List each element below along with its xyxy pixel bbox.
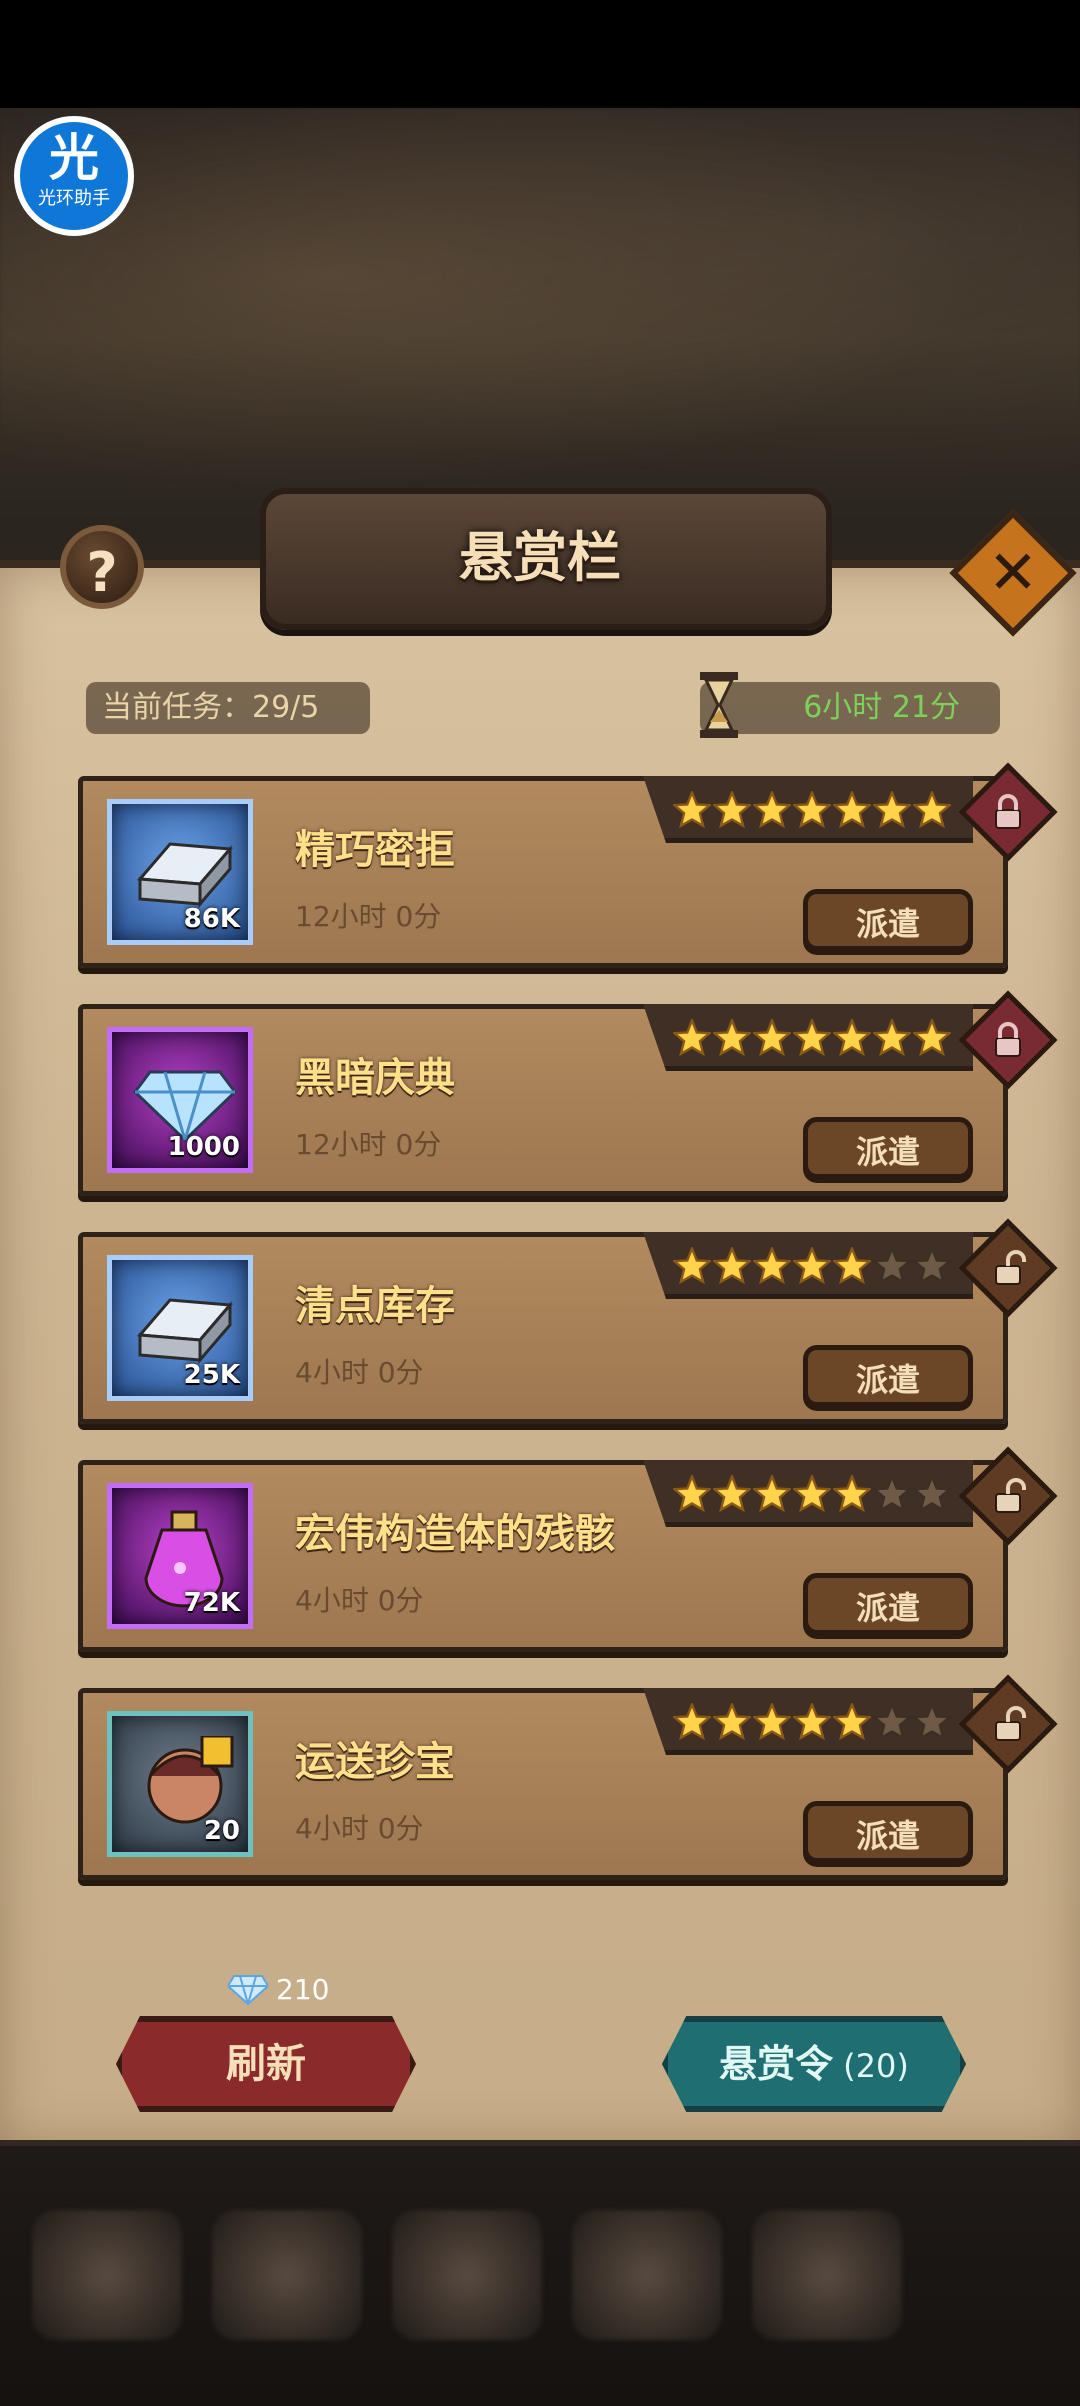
nav-item-5[interactable] (752, 2210, 902, 2340)
mission-card[interactable]: 20 运送珍宝 4小时 0分 派遣 (78, 1674, 1058, 1880)
mission-card[interactable]: 25K 清点库存 4小时 0分 派遣 (78, 1218, 1058, 1424)
mission-reward[interactable]: 20 (107, 1711, 253, 1857)
nav-item-2[interactable] (212, 2210, 362, 2340)
star-rating (673, 1019, 963, 1061)
help-button[interactable]: ? (60, 525, 144, 609)
current-task-pill: 当前任务：29/5 (86, 682, 370, 734)
nav-item-1[interactable] (32, 2210, 182, 2340)
star-rating (673, 1247, 963, 1289)
dispatch-button[interactable]: 派遣 (803, 1345, 973, 1407)
refresh-cost: 210 (228, 1972, 329, 2008)
page-title: 悬赏栏 (459, 526, 621, 589)
hourglass-icon (700, 672, 738, 738)
reward-quantity: 20 (203, 1816, 240, 1846)
assistant-label: 光环助手 (38, 188, 110, 209)
status-bar (0, 0, 1080, 108)
star-rating (673, 791, 963, 833)
reward-quantity: 25K (183, 1360, 240, 1390)
mission-title: 精巧密拒 (295, 827, 455, 873)
blurred-scene (0, 108, 1080, 528)
refresh-cost-value: 210 (276, 1973, 330, 2006)
mission-duration: 4小时 0分 (295, 1356, 424, 1389)
question-icon: ? (86, 541, 118, 604)
mission-reward[interactable]: 86K (107, 799, 253, 945)
dispatch-button[interactable]: 派遣 (803, 1801, 973, 1863)
mission-title: 宏伟构造体的残骸 (295, 1511, 615, 1557)
close-icon: ✕ (987, 538, 1039, 608)
mission-duration: 12小时 0分 (295, 1128, 442, 1161)
reward-quantity: 86K (183, 904, 240, 934)
mission-reward[interactable]: 72K (107, 1483, 253, 1629)
reward-quantity: 72K (183, 1588, 240, 1618)
refresh-timer-pill: 6小时 21分 (700, 682, 1000, 734)
mission-duration: 4小时 0分 (295, 1812, 424, 1845)
bounty-order-count: (20) (843, 2047, 909, 2085)
mission-reward[interactable]: 25K (107, 1255, 253, 1401)
nav-item-4[interactable] (572, 2210, 722, 2340)
mission-title: 黑暗庆典 (295, 1055, 455, 1101)
assistant-logo-char: 光 (49, 129, 99, 187)
mission-card[interactable]: 72K 宏伟构造体的残骸 4小时 0分 派遣 (78, 1446, 1058, 1652)
assistant-floating-button[interactable]: 光 光环助手 (14, 116, 134, 236)
refresh-button[interactable]: 刷新 (116, 2016, 416, 2112)
mission-duration: 4小时 0分 (295, 1584, 424, 1617)
mission-title: 清点库存 (295, 1283, 455, 1329)
current-task-label: 当前任务： (102, 690, 252, 725)
star-rating (673, 1475, 963, 1517)
mission-title: 运送珍宝 (295, 1739, 455, 1785)
refresh-timer: 6小时 21分 (803, 690, 960, 725)
dispatch-button[interactable]: 派遣 (803, 1117, 973, 1179)
current-task-value: 29/5 (252, 690, 320, 725)
mission-duration: 12小时 0分 (295, 900, 442, 933)
dispatch-button[interactable]: 派遣 (803, 1573, 973, 1635)
bounty-order-button[interactable]: 悬赏令 (20) (662, 2016, 966, 2112)
mission-reward[interactable]: 1000 (107, 1027, 253, 1173)
star-rating (673, 1703, 963, 1745)
mission-card[interactable]: 1000 黑暗庆典 12小时 0分 派遣 (78, 990, 1058, 1196)
mission-card[interactable]: 86K 精巧密拒 12小时 0分 派遣 (78, 762, 1058, 968)
bounty-order-label: 悬赏令 (719, 2042, 834, 2086)
reward-quantity: 1000 (167, 1132, 240, 1162)
diamond-icon (228, 1975, 268, 2006)
refresh-label: 刷新 (226, 2041, 306, 2087)
dispatch-button[interactable]: 派遣 (803, 889, 973, 951)
nav-item-3[interactable] (392, 2210, 542, 2340)
